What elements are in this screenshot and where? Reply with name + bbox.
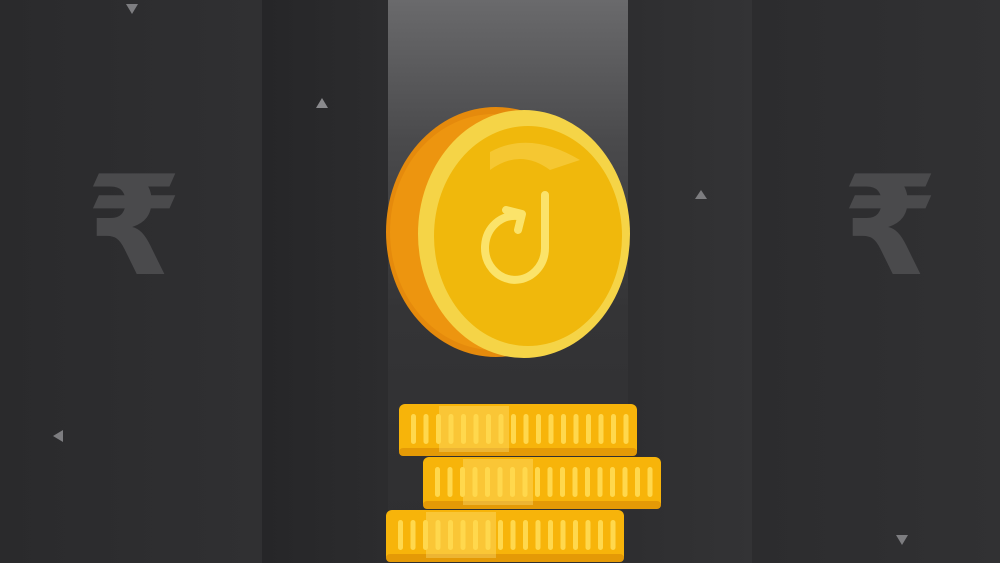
coin-ridge: [510, 520, 516, 550]
coin-ridge: [498, 520, 503, 550]
coin-ridge: [635, 467, 640, 497]
coin-ridge: [548, 414, 554, 444]
triangle-decoration: [126, 4, 138, 14]
triangle-decoration: [53, 430, 63, 442]
coin-ridge: [461, 414, 466, 444]
coin-ridge: [598, 414, 604, 444]
coin-ridge: [535, 520, 541, 550]
coin-ridge: [486, 414, 491, 444]
coin-ridge: [586, 414, 591, 444]
triangle-decoration: [695, 190, 707, 199]
coin-ridge: [560, 520, 566, 550]
coin-ridge: [423, 520, 428, 550]
coin-ridge: [585, 520, 591, 550]
gold-coin: [386, 107, 630, 358]
coin-ridge: [611, 414, 616, 444]
coin-ridge: [535, 467, 540, 497]
coin-stack: [386, 404, 661, 562]
triangle-decoration: [896, 535, 908, 545]
background-panel-left-inner: [262, 0, 388, 563]
banner-illustration: ₹ ₹: [0, 0, 1000, 563]
triangle-decoration: [316, 98, 328, 108]
coin-ridge: [472, 467, 478, 497]
coin-ridge: [448, 414, 454, 444]
coin-ridge: [573, 414, 579, 444]
coin-ridge: [561, 414, 566, 444]
coin-ridge: [597, 467, 603, 497]
coin-ridge: [485, 467, 490, 497]
coin-ridge: [523, 520, 528, 550]
coin-ridge: [647, 467, 653, 497]
stacked-coin: [423, 457, 661, 509]
coin-ridge: [573, 520, 578, 550]
coin-ridge: [497, 467, 503, 497]
coin-ridge: [448, 520, 453, 550]
coin-ridge: [623, 414, 629, 444]
coin-ridge: [411, 414, 416, 444]
stacked-coin: [386, 510, 624, 562]
coin-ridge: [410, 520, 416, 550]
coin-ridge: [610, 520, 616, 550]
coin-ridge: [436, 414, 441, 444]
coin-ridge: [547, 467, 553, 497]
coin-ridge: [610, 467, 615, 497]
coin-ridge: [522, 467, 528, 497]
coin-ridge: [435, 520, 441, 550]
coin-ridge: [473, 520, 478, 550]
coin-ridge: [536, 414, 541, 444]
coin-ridge: [460, 520, 466, 550]
coin-ridge: [485, 520, 491, 550]
rupee-symbol-left: ₹: [86, 146, 183, 307]
coin-ridge: [523, 414, 529, 444]
coin-ridge: [473, 414, 479, 444]
coin-ridge: [498, 414, 504, 444]
coin-ridge: [460, 467, 465, 497]
coin-ridge: [511, 414, 516, 444]
coin-ridge: [572, 467, 578, 497]
coin-ridge: [548, 520, 553, 550]
coin-ridge: [560, 467, 565, 497]
coin-ridge: [510, 467, 515, 497]
rupee-symbol-right: ₹: [842, 146, 939, 307]
coin-ridge: [585, 467, 590, 497]
coin-ridge: [622, 467, 628, 497]
coin-ridge: [435, 467, 440, 497]
coin-ridge: [423, 414, 429, 444]
coin-ridge: [398, 520, 403, 550]
stacked-coin: [399, 404, 637, 456]
coin-ridge: [447, 467, 453, 497]
coin-ridge: [598, 520, 603, 550]
